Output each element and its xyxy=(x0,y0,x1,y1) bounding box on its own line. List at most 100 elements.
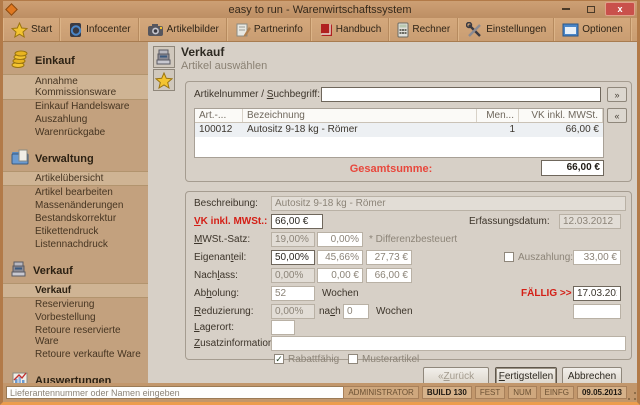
toolbar-rechner[interactable]: Rechner xyxy=(389,18,459,41)
col-bezeichnung[interactable]: Bezeichnung xyxy=(243,109,477,122)
close-button[interactable]: x xyxy=(605,2,635,16)
rabattfaehig-label: Rabattfähig xyxy=(288,354,340,365)
minimize-button[interactable] xyxy=(555,2,577,16)
rabattfaehig-checkbox[interactable]: ✓ xyxy=(274,354,284,364)
lagerort-input[interactable] xyxy=(271,320,295,335)
sidebar-section-auswertungen: Auswertungen xyxy=(35,374,112,384)
empty-right-field xyxy=(573,304,621,319)
title-bar: easy to run - Warenwirtschaftssystem x xyxy=(3,1,637,18)
article-table-header[interactable]: Art.-... Bezeichnung Men... VK inkl. MWS… xyxy=(195,109,603,123)
toolbar-start-label: Start xyxy=(31,24,53,35)
cell-bezeichnung: Autositz 9-18 kg - Römer xyxy=(247,124,358,135)
sidebar-section-verkauf: Verkauf xyxy=(33,264,73,277)
status-num: NUM xyxy=(508,386,537,399)
erfassungsdatum-field xyxy=(559,214,621,229)
tools-icon xyxy=(466,21,483,38)
page-title: Verkauf xyxy=(181,45,225,59)
faellig-field xyxy=(573,286,621,301)
search-input[interactable] xyxy=(321,87,601,102)
toolbar-start[interactable]: Start xyxy=(3,18,61,41)
sidebar-item-annahme-kommissionsware[interactable]: Annahme Kommissionsware xyxy=(3,74,148,100)
collapse-button[interactable]: « xyxy=(607,108,627,123)
zusatzinfo-label: Zusatzinformation: xyxy=(194,338,277,349)
calculator-icon xyxy=(397,22,409,38)
eigenanteil-label: Eigenanteil: xyxy=(194,252,247,263)
toolbar-service[interactable]: Service xyxy=(630,18,637,41)
nach-label: nach xyxy=(319,306,341,317)
sidebar-item-retoure-reservierte-ware[interactable]: Retoure reservierte Ware xyxy=(3,324,148,348)
cell-vk: 66,00 € xyxy=(565,124,599,135)
erfassungsdatum-label: Erfassungsdatum: xyxy=(469,216,550,227)
window-title: easy to run - Warenwirtschaftssystem xyxy=(228,3,412,16)
status-hint: Lieferantennummer oder Namen eingeben xyxy=(6,386,394,399)
col-menge[interactable]: Men... xyxy=(477,109,519,122)
mwst-label: MWSt.-Satz: xyxy=(194,234,251,245)
differenzbesteuert-note: * Differenzbesteuert xyxy=(369,234,458,245)
article-table: Art.-... Bezeichnung Men... VK inkl. MWS… xyxy=(194,108,604,158)
nachlass-field-3 xyxy=(366,268,412,283)
toolbar-rechner-label: Rechner xyxy=(412,24,451,35)
sidebar-item-etikettendruck[interactable]: Etikettendruck xyxy=(3,225,148,238)
toolbar-infocenter[interactable]: Infocenter xyxy=(60,18,139,41)
sidebar-nav: Einkauf Annahme Kommissionsware Einkauf … xyxy=(3,42,148,383)
page-star-icon xyxy=(153,69,175,91)
toolbar-einstellungen-label: Einstellungen xyxy=(486,24,547,35)
sidebar-item-listennachdruck[interactable]: Listennachdruck xyxy=(3,238,148,251)
toolbar-partnerinfo[interactable]: Partnerinfo xyxy=(226,18,311,41)
expand-button[interactable]: » xyxy=(607,87,627,102)
toolbar: Start Infocenter Artikelbilder Partnerin… xyxy=(3,18,637,42)
lagerort-label: Lagerort: xyxy=(194,322,235,333)
sidebar-item-verkauf[interactable]: Verkauf xyxy=(3,283,148,298)
options-window-icon xyxy=(562,23,579,37)
status-user: ADMINISTRATOR xyxy=(343,386,419,399)
page-cash-register-icon xyxy=(153,46,175,68)
star-icon xyxy=(11,21,28,38)
sidebar-item-warenrueckgabe[interactable]: Warenrückgabe xyxy=(3,126,148,139)
zusatzinfo-input[interactable] xyxy=(271,336,626,351)
reduzierung-unit: Wochen xyxy=(376,306,413,317)
cash-register-icon xyxy=(10,260,28,281)
sidebar-item-bestandskorrektur[interactable]: Bestandskorrektur xyxy=(3,212,148,225)
vk-input[interactable] xyxy=(271,214,323,229)
col-artnr[interactable]: Art.-... xyxy=(195,109,243,122)
musterartikel-checkbox[interactable] xyxy=(348,354,358,364)
reduzierung-input[interactable] xyxy=(271,304,315,319)
table-row[interactable]: 100012 Autositz 9-18 kg - Römer 1 66,00 … xyxy=(195,123,603,137)
sidebar-item-reservierung[interactable]: Reservierung xyxy=(3,298,148,311)
article-detail-groupbox: Beschreibung: VK inkl. MWSt.: Erfassungs… xyxy=(185,191,632,365)
sidebar-item-artikel-bearbeiten[interactable]: Artikel bearbeiten xyxy=(3,186,148,199)
maximize-button[interactable] xyxy=(580,2,602,16)
sidebar-item-einkauf-handelsware[interactable]: Einkauf Handelsware xyxy=(3,100,148,113)
nach-wochen-input[interactable] xyxy=(343,304,369,319)
abholung-input[interactable] xyxy=(271,286,315,301)
vk-label: VK inkl. MWSt.: xyxy=(194,216,268,227)
sidebar-item-auszahlung[interactable]: Auszahlung xyxy=(3,113,148,126)
toolbar-handbuch-label: Handbuch xyxy=(335,24,382,35)
toolbar-artikelbilder[interactable]: Artikelbilder xyxy=(138,18,227,41)
coins-icon xyxy=(10,50,30,72)
nachlass-label: Nachlass: xyxy=(194,270,238,281)
musterartikel-label: Musterartikel xyxy=(362,354,420,365)
status-date: 09.05.2013 xyxy=(576,386,627,399)
sidebar-item-vorbestellung[interactable]: Vorbestellung xyxy=(3,311,148,324)
toolbar-einstellungen[interactable]: Einstellungen xyxy=(458,18,555,41)
auszahlung-checkbox[interactable] xyxy=(504,252,514,262)
resize-grip[interactable] xyxy=(627,391,637,401)
abholung-label: Abholung: xyxy=(194,288,240,299)
status-build: BUILD 130 xyxy=(421,386,472,399)
abholung-unit: Wochen xyxy=(322,288,359,299)
auszahlung-label: Auszahlung: xyxy=(518,252,574,263)
sidebar-item-retoure-verkaufte-ware[interactable]: Retoure verkaufte Ware xyxy=(3,348,148,361)
eigenanteil-input[interactable] xyxy=(271,250,315,265)
sidebar-item-massenaenderungen[interactable]: Massenänderungen xyxy=(3,199,148,212)
toolbar-optionen[interactable]: Optionen xyxy=(554,18,631,41)
sidebar-item-artikeluebersicht[interactable]: Artikelübersicht xyxy=(3,171,148,186)
sidebar-section-einkauf: Einkauf xyxy=(35,55,75,67)
toolbar-artikelbilder-label: Artikelbilder xyxy=(166,24,219,35)
nachlass-field-2 xyxy=(317,268,363,283)
status-bar: Lieferantennummer oder Namen eingeben AD… xyxy=(3,383,637,402)
toolbar-handbuch[interactable]: Handbuch xyxy=(310,18,390,41)
total-value: 66,00 € xyxy=(541,160,604,176)
sidebar-section-verwaltung: Verwaltung xyxy=(35,152,94,165)
col-vk[interactable]: VK inkl. MWSt. xyxy=(519,109,603,122)
